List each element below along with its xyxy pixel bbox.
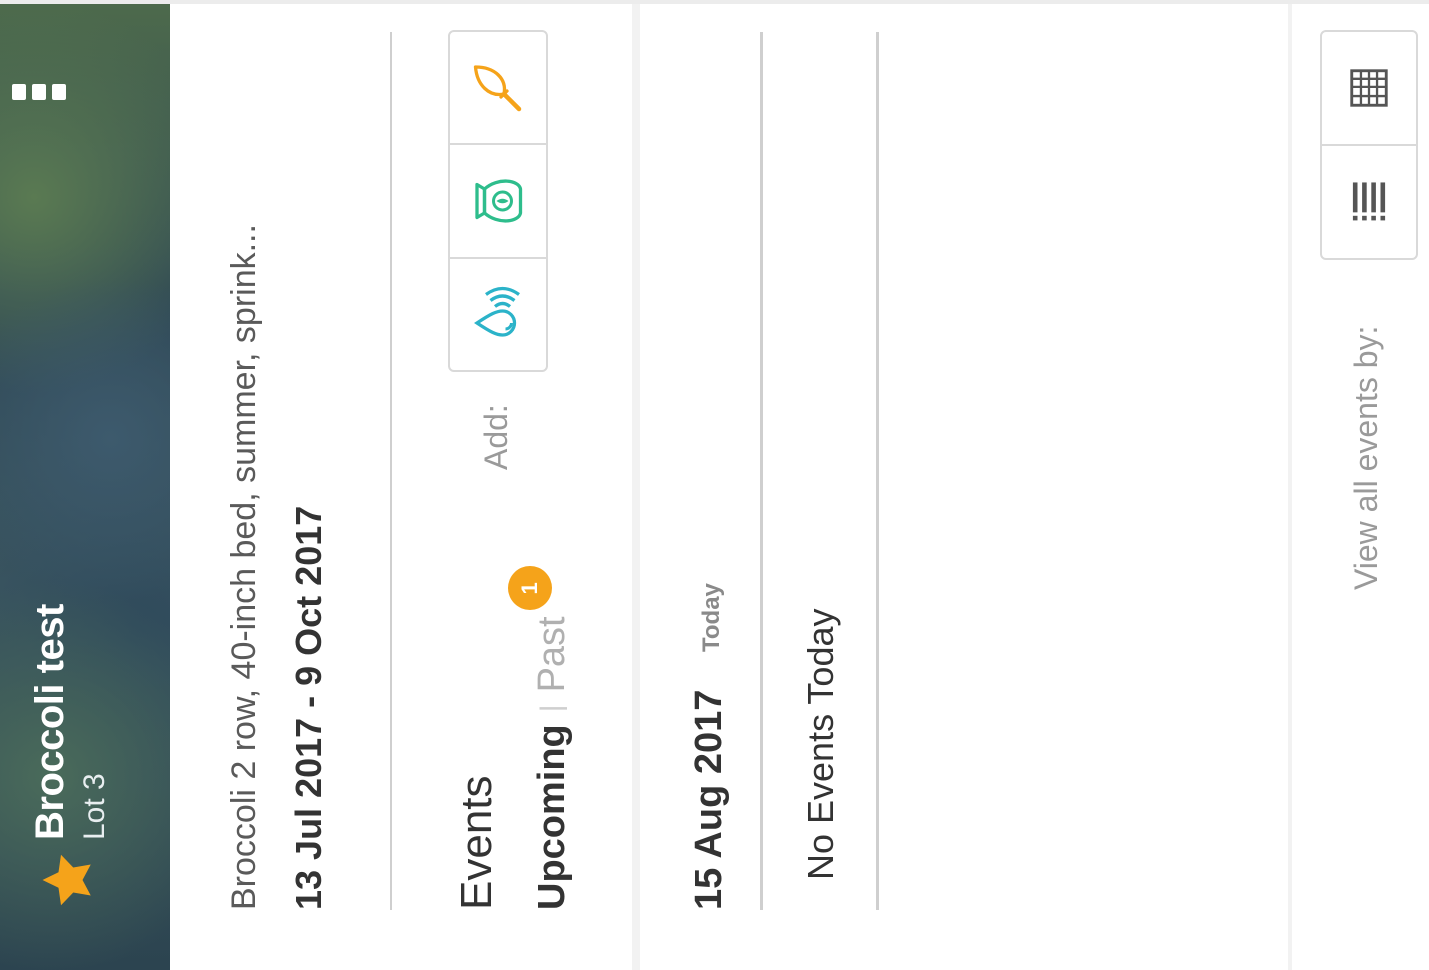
- add-planting-button[interactable]: [450, 32, 546, 146]
- add-label: Add:: [478, 404, 514, 470]
- section-divider: [1288, 4, 1292, 970]
- section-divider: [632, 4, 640, 970]
- add-event-buttons: [448, 30, 548, 372]
- panel-edge: [0, 0, 1429, 4]
- divider: [390, 32, 392, 910]
- list-icon: [1352, 182, 1386, 221]
- trowel-icon: [473, 65, 522, 111]
- today-tag: Today: [698, 583, 725, 652]
- view-calendar-button[interactable]: [1322, 32, 1416, 146]
- water-icon: [474, 287, 520, 337]
- calendar-grid-icon: [1350, 69, 1388, 107]
- crop-header: Broccoli test Lot 3: [0, 4, 170, 970]
- crop-location: Lot 3: [78, 773, 111, 840]
- fertilizer-bag-icon: [475, 179, 523, 223]
- tab-separator: |: [535, 704, 568, 713]
- tab-upcoming[interactable]: Upcoming: [531, 724, 574, 910]
- add-water-button[interactable]: [450, 259, 546, 370]
- events-heading: Events: [452, 775, 501, 910]
- events-tabs: Upcoming | Past 1: [508, 566, 574, 910]
- past-count-badge: 1: [508, 566, 552, 611]
- crop-date-range: 13 Jul 2017 - 9 Oct 2017: [288, 505, 329, 910]
- crop-title: Broccoli test: [28, 604, 72, 840]
- view-list-button[interactable]: [1322, 146, 1416, 258]
- divider: [876, 32, 879, 910]
- view-mode-buttons: [1320, 30, 1418, 260]
- empty-events-message: No Events Today: [800, 608, 841, 881]
- crop-description: Broccoli 2 row, 40-inch bed, summer, spr…: [225, 224, 263, 910]
- more-options-icon[interactable]: [12, 84, 66, 100]
- add-fertilizer-button[interactable]: [450, 145, 546, 259]
- tab-past[interactable]: Past: [531, 616, 574, 692]
- view-all-label: View all events by:: [1348, 325, 1384, 590]
- day-date: 15 Aug 2017: [688, 689, 730, 910]
- favorite-star-icon[interactable]: [38, 850, 98, 910]
- divider: [760, 32, 763, 910]
- crop-panel: Broccoli test Lot 3 Broccoli 2 row, 40-i…: [0, 0, 1429, 970]
